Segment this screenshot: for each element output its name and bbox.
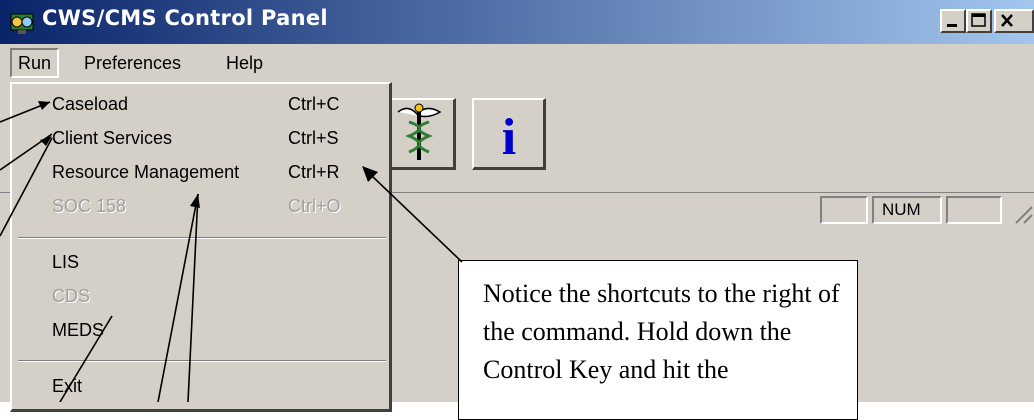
- caduceus-icon: [397, 103, 442, 160]
- window-title: CWS/CMS Control Panel: [42, 6, 328, 30]
- menu-separator: [18, 237, 386, 239]
- close-button[interactable]: [994, 9, 1034, 33]
- menu-preferences[interactable]: Preferences: [78, 48, 187, 78]
- maximize-button[interactable]: [966, 9, 992, 33]
- shortcut-soc-158: Ctrl+O: [288, 196, 341, 216]
- minimize-button[interactable]: [940, 9, 966, 33]
- toolbar-caduceus-button[interactable]: [382, 98, 456, 170]
- maximize-icon: [971, 13, 986, 27]
- run-menu-dropdown: Caseload Ctrl+C Client Services Ctrl+S R…: [10, 82, 392, 412]
- menu-separator: [18, 360, 386, 362]
- menu-item-caseload[interactable]: Caseload: [52, 90, 128, 118]
- menu-item-resource-management[interactable]: Resource Management: [52, 158, 239, 186]
- menu-run[interactable]: Run: [10, 48, 60, 78]
- toolbar-info-button[interactable]: i: [472, 98, 546, 170]
- info-icon: i: [502, 109, 516, 166]
- callout-text: Notice the shortcuts to the right of the…: [483, 279, 840, 384]
- shortcut-callout-box: Notice the shortcuts to the right of the…: [458, 260, 858, 420]
- shortcut-client-services: Ctrl+S: [288, 128, 339, 148]
- menu-item-cds: CDS: [52, 286, 91, 306]
- menu-item-meds[interactable]: MEDS: [52, 316, 104, 344]
- resize-grip-icon[interactable]: [1010, 201, 1034, 227]
- status-num-indicator: NUM: [872, 196, 942, 224]
- menu-item-soc-158: SOC 158: [52, 196, 127, 216]
- menu-item-exit[interactable]: Exit: [52, 372, 82, 400]
- title-bar[interactable]: CWS/CMS Control Panel: [0, 0, 1034, 44]
- app-icon: [10, 13, 34, 34]
- shortcut-caseload: Ctrl+C: [288, 94, 340, 114]
- status-indicator-blank-2: [946, 196, 1002, 224]
- minimize-icon: [947, 24, 957, 27]
- close-icon: [1001, 14, 1013, 27]
- menu-help[interactable]: Help: [220, 48, 269, 78]
- shortcut-resource-management: Ctrl+R: [288, 162, 340, 182]
- menu-bar: Run Preferences Help: [0, 44, 1034, 82]
- menu-item-lis[interactable]: LIS: [52, 248, 79, 276]
- svg-text:i: i: [502, 109, 516, 166]
- status-indicator-blank: [820, 196, 868, 224]
- menu-item-client-services[interactable]: Client Services: [52, 124, 172, 152]
